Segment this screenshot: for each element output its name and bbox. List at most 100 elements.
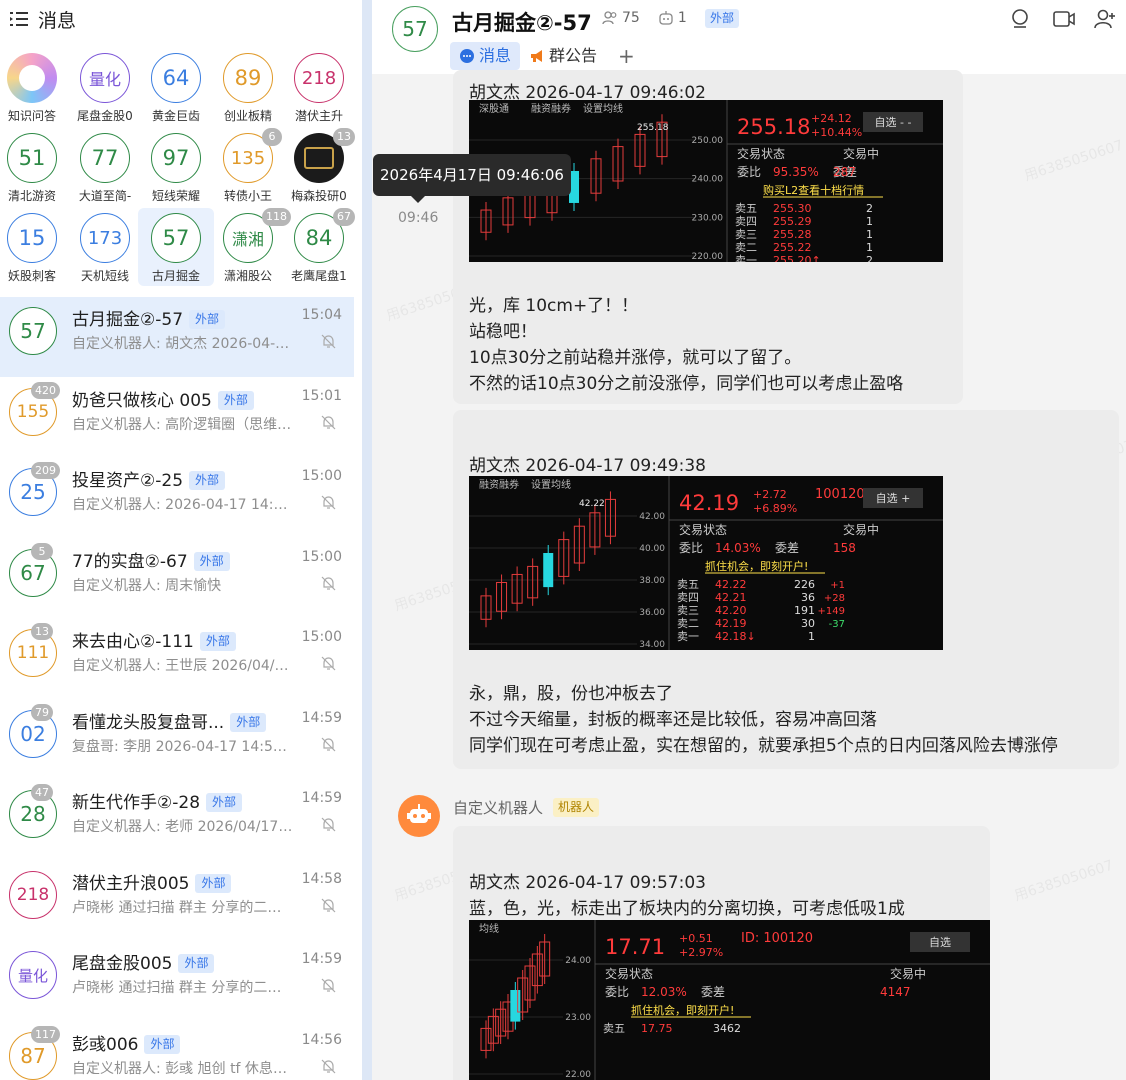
- conversation-item[interactable]: 111 13 来去由心②-111 外部 15:00 自定义机器人: 王世辰 2026/04…: [0, 619, 354, 699]
- y-axis-label: 24.00: [565, 956, 591, 966]
- trade-state-label: 交易状态: [737, 146, 785, 161]
- order-book-volume: 3462: [713, 1022, 741, 1035]
- y-axis-label: 230.00: [692, 213, 724, 223]
- watchlist-label: 自选 - -: [875, 116, 912, 129]
- unread-badge: 6: [262, 128, 282, 146]
- promo-banner: 抓住机会，即刻开户!: [705, 559, 808, 573]
- conversation-preview: 自定义机器人: 胡文杰 2026-04-17 09:57:03: [72, 336, 294, 352]
- sender-name[interactable]: 自定义机器人: [453, 797, 543, 818]
- conversation-time: 15:00: [301, 629, 342, 645]
- conversation-time: 15:00: [301, 548, 342, 565]
- conversation-item[interactable]: 57 古月掘金②-57 外部 15:04 自定义机器人: 胡文杰 2026-04-17 …: [0, 297, 354, 377]
- y-axis-label: 36.00: [639, 608, 665, 618]
- add-member-icon[interactable]: [1094, 8, 1116, 30]
- conversation-item[interactable]: 87 117 彭彧006 外部 14:56 自定义机器人: 彭彧 旭创 tf 休息一下: [0, 1022, 354, 1080]
- order-book-price: 255.30: [773, 202, 812, 215]
- order-book-level: 卖三: [735, 228, 757, 241]
- pinned-chat[interactable]: 218 潜伏主升: [281, 48, 357, 126]
- external-tag: 外部: [217, 390, 254, 410]
- pinned-chat[interactable]: 97 短线荣耀: [138, 128, 214, 206]
- order-book-volume: 1: [866, 215, 873, 228]
- pinned-chat[interactable]: 57 古月掘金: [138, 208, 214, 286]
- add-tab-icon[interactable]: +: [618, 44, 635, 68]
- external-tag: 外部: [193, 551, 230, 571]
- pinned-chat[interactable]: 量化 尾盘金股0: [67, 48, 143, 126]
- left-scrollbar[interactable]: [362, 0, 372, 1080]
- pinned-chat[interactable]: 15 妖股刺客: [0, 208, 70, 286]
- external-tag: 外部: [206, 793, 243, 812]
- bot-count: 1: [677, 10, 687, 26]
- conversation-time: 14:59: [301, 709, 342, 726]
- members-icon: [602, 11, 617, 25]
- conversation-item[interactable]: 25 209 投星资产②-25 外部 15:00 自定义机器人: 2026-04-17 1…: [0, 458, 354, 538]
- conversation-preview: 卢晓彬 通过扫描 群主 分享的二维码加入: [72, 899, 294, 916]
- stock-screenshot-3[interactable]: 均线 24.00 23.00 22.00 17.71 +0.51 +2.97% ID: 100…: [469, 920, 990, 1080]
- stock-screenshot-2[interactable]: 融资融券 设置均线 42.00 40.00 38.00 36.00 34.00 42.19 +2…: [469, 476, 943, 650]
- conversation-time: 15:00: [301, 468, 342, 484]
- tab-messages[interactable]: 消息: [450, 42, 521, 70]
- price-change: +0.51: [679, 932, 713, 945]
- menu-icon[interactable]: [10, 12, 28, 26]
- order-book-volume: 2: [866, 202, 873, 215]
- external-tag: 外部: [199, 632, 236, 651]
- pinned-chat[interactable]: 135 6 转债小王: [210, 128, 286, 206]
- order-book-price: 255.22: [773, 241, 812, 254]
- unread-badge: 117: [31, 1025, 60, 1043]
- chart-toolbar-label: 均线: [479, 922, 499, 935]
- candle: [543, 553, 554, 588]
- conversation-item[interactable]: 02 79 看懂龙头股复盘哥... 外部 14:59 复盘哥: 李朋 2026-04-17…: [0, 700, 354, 780]
- order-ratio-label: 委比: [737, 165, 761, 179]
- order-book-price: 17.75: [641, 1022, 673, 1035]
- pinned-chat[interactable]: 77 大道至简-: [67, 128, 143, 206]
- video-call-icon[interactable]: [1052, 8, 1075, 30]
- promo-banner: 购买L2查看十档行情: [763, 183, 864, 197]
- chat-avatar: 51: [7, 133, 57, 183]
- conversation-item[interactable]: 155 420 奶爸只做核心 005 外部 15:01 自定义机器人: 高阶逻辑圈（思维导…: [0, 378, 354, 458]
- pinned-chat[interactable]: 潇湘 118 潇湘股公: [210, 208, 291, 286]
- order-book-volume: 1: [866, 228, 873, 241]
- tab-announcement[interactable]: 群公告: [520, 42, 606, 70]
- pinned-chat[interactable]: 51 清北游资: [0, 128, 70, 206]
- y-axis-label: 42.00: [639, 512, 665, 522]
- message-line: 蓝，色，光，标走出了板块内的分离切换，可考虑低吸1成: [469, 899, 905, 919]
- conversation-item[interactable]: 量化尾盘金股005外部 14:59 卢晓彬 通过扫描 群主 分享的二维码加入: [0, 941, 354, 1021]
- pinned-chat[interactable]: 知识问答: [0, 48, 70, 126]
- conversation-name: 潜伏主升浪005 外部: [72, 869, 232, 894]
- bot-avatar[interactable]: [398, 795, 440, 837]
- conversation-item[interactable]: 28 47 新生代作手②-28 外部 14:59 自定义机器人: 老师 2026/04/1…: [0, 780, 354, 860]
- order-book-volume: 1: [808, 630, 815, 643]
- pinned-chat[interactable]: 64 黄金巨齿: [138, 48, 214, 126]
- chat-avatar[interactable]: 57: [392, 6, 438, 52]
- price-change: +24.12: [811, 112, 852, 125]
- y-axis-label: 220.00: [692, 252, 724, 262]
- pinned-chat[interactable]: 173 天机短线: [67, 208, 143, 286]
- robot-icon: [407, 804, 431, 823]
- order-book-volume: 1: [866, 241, 873, 254]
- trade-state-value: 交易中: [890, 966, 926, 981]
- pinned-chat-label: 清北游资: [7, 189, 56, 203]
- bot-tag: 机器人: [553, 798, 600, 817]
- pinned-chat[interactable]: 84 67 老鹰尾盘1: [281, 208, 357, 286]
- order-ratio-value: 95.35%: [773, 165, 819, 179]
- order-book-volume: 36: [801, 591, 815, 604]
- pinned-chat[interactable]: 13 梅森投研0: [281, 128, 357, 206]
- conversation-avatar: 量化: [9, 951, 57, 999]
- conversation-name: 彭彧006 外部: [72, 1030, 181, 1055]
- chart-toolbar-label: 融资融券: [479, 478, 519, 491]
- message-header: 胡文杰 2026-04-17 09:57:03: [469, 873, 706, 893]
- search-icon[interactable]: [1010, 8, 1032, 30]
- chart-toolbar-label: 深股通: [479, 103, 509, 115]
- order-diff-label: 委差: [701, 985, 725, 999]
- conversation-name: 奶爸只做核心 005 外部: [72, 386, 254, 411]
- chat-avatar: 量化: [80, 53, 130, 103]
- order-book-price: 255.29: [773, 215, 812, 228]
- conversation-item[interactable]: 67 5 77的实盘②-67 外部 15:00 自定义机器人: 周末愉快: [0, 539, 354, 619]
- stock-code: 100120: [815, 487, 865, 502]
- order-ratio-label: 委比: [605, 985, 629, 999]
- pinned-chat[interactable]: 89 创业板精: [210, 48, 286, 126]
- chat-title[interactable]: 古月掘金②-57: [452, 7, 592, 37]
- order-diff-value: 158: [833, 541, 856, 555]
- conversation-item[interactable]: 218 潜伏主升浪005外部 14:58 卢晓彬 通过扫描 群主 分享的二维码加入: [0, 861, 354, 941]
- message-line: 同学们现在可考虑止盈，实在想留的，就要承担5个点的日内回落风险去博涨停: [469, 736, 1058, 756]
- conversation-name: 尾盘金股005 外部: [72, 949, 215, 974]
